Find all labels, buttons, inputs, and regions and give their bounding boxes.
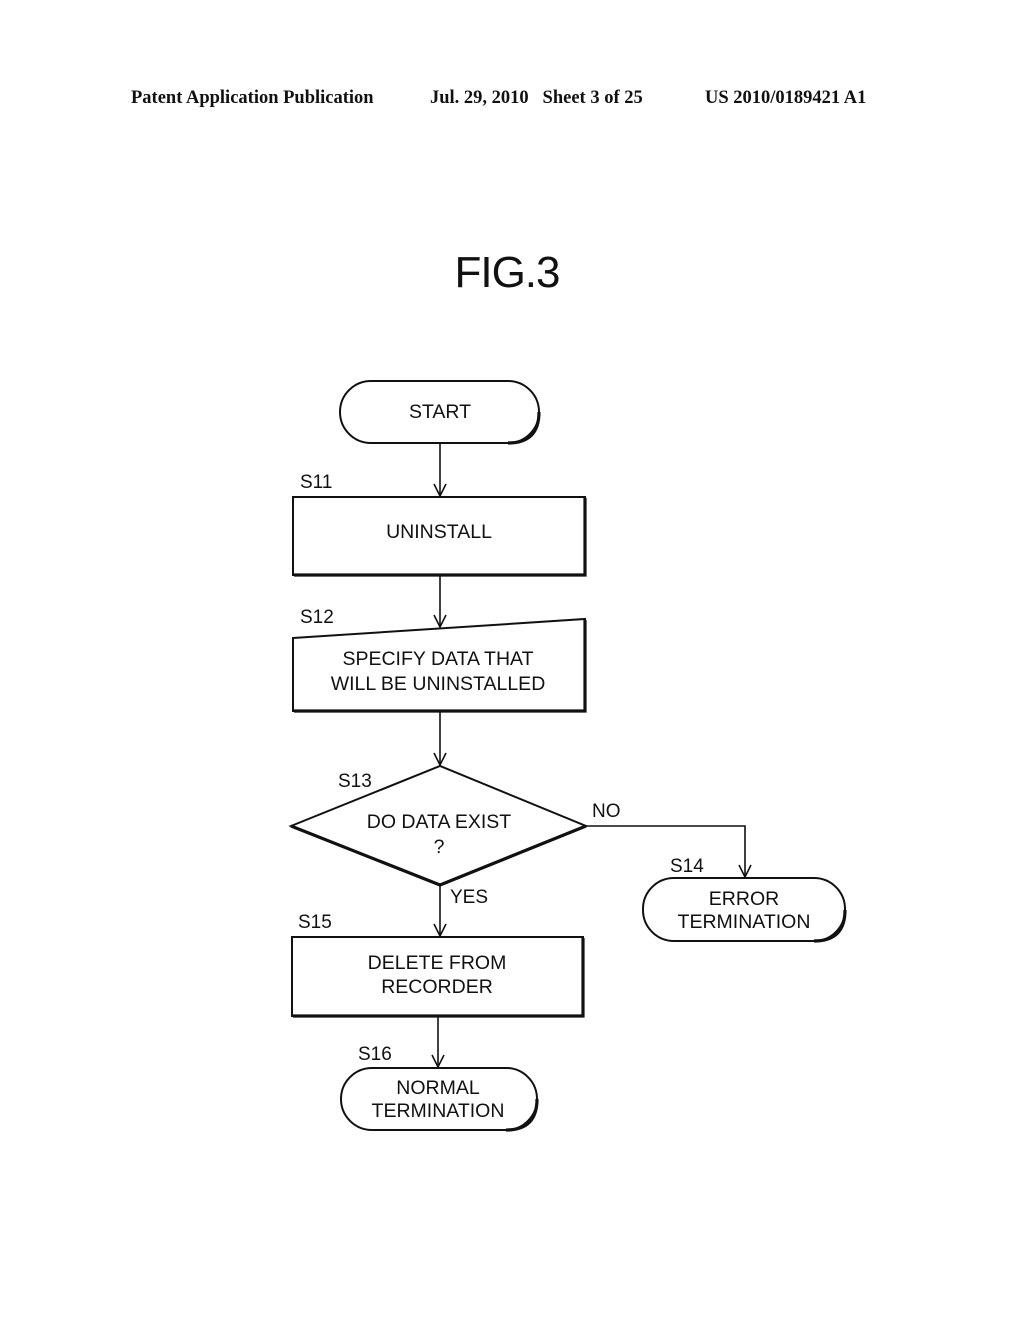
normal-termination-s16: NORMAL TERMINATION bbox=[340, 1067, 539, 1132]
arrow-s13-no-to-s14 bbox=[586, 825, 752, 879]
s13-text-line-1: DO DATA EXIST bbox=[367, 811, 512, 833]
flowchart: START S11 UNINSTALL S12 SPECIFY DATA THA… bbox=[288, 380, 847, 1132]
s16-text-line-2: TERMINATION bbox=[372, 1100, 505, 1122]
step-label-s12: S12 bbox=[300, 607, 334, 628]
arrow-s11-to-s12 bbox=[433, 575, 447, 629]
process-box-s15: DELETE FROM RECORDER bbox=[291, 936, 585, 1018]
step-label-s14: S14 bbox=[670, 856, 704, 877]
arrow-start-to-s11 bbox=[433, 443, 447, 498]
branch-label-no: NO bbox=[592, 801, 621, 822]
arrow-s13-yes-to-s15 bbox=[433, 885, 447, 938]
s15-text-line-2: RECORDER bbox=[381, 976, 493, 998]
s14-text-line-1: ERROR bbox=[709, 888, 779, 910]
process-box-s11: UNINSTALL bbox=[292, 496, 587, 577]
s13-text-line-2: ? bbox=[434, 836, 445, 858]
s11-text-line-1: UNINSTALL bbox=[386, 521, 492, 543]
s14-text-line-2: TERMINATION bbox=[678, 911, 811, 933]
manual-input-s12: SPECIFY DATA THAT WILL BE UNINSTALLED bbox=[292, 617, 587, 713]
error-termination-s14: ERROR TERMINATION bbox=[642, 877, 847, 943]
branch-label-yes: YES bbox=[450, 887, 488, 908]
s12-text-line-1: SPECIFY DATA THAT bbox=[342, 648, 533, 670]
arrow-s12-to-s13 bbox=[433, 711, 447, 767]
step-label-s15: S15 bbox=[298, 912, 332, 933]
s16-text-line-1: NORMAL bbox=[396, 1077, 480, 1099]
s12-text-line-2: WILL BE UNINSTALLED bbox=[331, 673, 546, 695]
start-terminal: START bbox=[339, 380, 541, 445]
step-label-s13: S13 bbox=[338, 771, 372, 792]
s15-text-line-1: DELETE FROM bbox=[368, 952, 507, 974]
step-label-s16: S16 bbox=[358, 1044, 392, 1065]
arrow-s15-to-s16 bbox=[431, 1016, 445, 1069]
start-text: START bbox=[409, 401, 471, 423]
decision-s13: DO DATA EXIST ? bbox=[288, 764, 589, 887]
step-label-s11: S11 bbox=[300, 472, 332, 493]
